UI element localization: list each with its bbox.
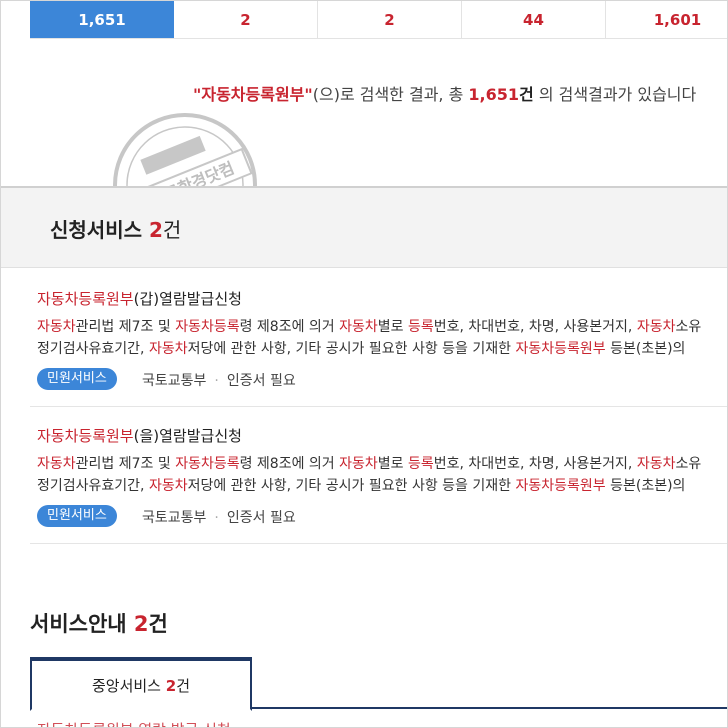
service-item-meta: 국토교통부 · 인증서 필요 bbox=[142, 510, 296, 526]
desc-text: 령 제8조에 의거 bbox=[239, 456, 340, 472]
keyword-highlight: 자동차 bbox=[636, 319, 676, 335]
desc-text: 별로 bbox=[377, 319, 408, 335]
tab-unit: 건 bbox=[176, 677, 191, 695]
apply-service-label: 신청서비스 bbox=[50, 218, 142, 242]
tab-central-service[interactable]: 중앙서비스 2건 bbox=[30, 657, 252, 711]
cert-requirement: 인증서 필요 bbox=[226, 373, 296, 389]
service-item-title-keyword: 자동차등록원부 bbox=[37, 427, 134, 445]
service-guide-tabs: 중앙서비스 2건 bbox=[30, 657, 727, 711]
count-tab-other[interactable]: 1,601 bbox=[606, 1, 727, 38]
desc-text: 령 제8조에 의거 bbox=[239, 319, 340, 335]
service-type-badge: 민원서비스 bbox=[37, 368, 117, 390]
keyword-highlight: 자동차등록 bbox=[175, 456, 240, 472]
search-result-summary: "자동차등록원부"(으)로 검색한 결과, 총 1,651건 의 검색결과가 있… bbox=[193, 81, 696, 105]
summary-text-1: (으)로 검색한 결과, 총 bbox=[312, 85, 469, 104]
page-frame: 1,651 2 2 44 1,601 "자동차등록원부"(으)로 검색한 결과,… bbox=[0, 0, 728, 728]
desc-text: 소유 bbox=[675, 456, 702, 472]
desc-text: 별로 bbox=[377, 456, 408, 472]
desc-text: 등본(초본)의 bbox=[605, 341, 686, 357]
apply-service-count: 2 bbox=[148, 218, 163, 242]
desc-text: 관리법 제7조 및 bbox=[75, 319, 176, 335]
summary-unit: 건 bbox=[519, 85, 534, 104]
service-item-title-keyword: 자동차등록원부 bbox=[37, 290, 134, 308]
item-divider bbox=[30, 406, 727, 407]
category-count-tabs: 1,651 2 2 44 1,601 bbox=[30, 1, 727, 39]
service-item-desc-line2: 정기검사유효기간, 자동차저당에 관한 사항, 기타 공시가 필요한 사항 등을… bbox=[37, 339, 685, 359]
desc-text: 소유 bbox=[675, 319, 702, 335]
keyword-highlight: 자동차 bbox=[148, 478, 188, 494]
agency-name: 국토교통부 bbox=[142, 373, 207, 389]
count-tab-guide[interactable]: 2 bbox=[318, 1, 462, 38]
tab-label: 중앙서비스 bbox=[91, 677, 161, 695]
apply-service-unit: 건 bbox=[162, 218, 182, 242]
keyword-highlight: 자동차 bbox=[636, 456, 676, 472]
summary-total: 1,651 bbox=[468, 85, 520, 104]
service-type-badge: 민원서비스 bbox=[37, 505, 117, 527]
desc-text: 저당에 관한 사항, 기타 공시가 필요한 사항 등을 기재한 bbox=[187, 341, 516, 357]
desc-text: 등본(초본)의 bbox=[605, 478, 686, 494]
keyword-highlight: 자동차 bbox=[339, 456, 378, 472]
desc-text: 번호, 차대번호, 차명, 사용본거지, bbox=[433, 319, 637, 335]
keyword-highlight: 자동차 bbox=[148, 341, 188, 357]
desc-text: 저당에 관한 사항, 기타 공시가 필요한 사항 등을 기재한 bbox=[187, 478, 516, 494]
count-tab-all[interactable]: 1,651 bbox=[30, 1, 174, 38]
keyword-highlight: 등록 bbox=[408, 319, 434, 335]
desc-text: 번호, 차대번호, 차명, 사용본거지, bbox=[433, 456, 637, 472]
summary-quote-close: " bbox=[304, 85, 313, 104]
apply-service-title: 신청서비스 2건 bbox=[50, 214, 181, 243]
service-guide-label: 서비스안내 bbox=[30, 612, 127, 636]
summary-keyword: 자동차등록원부 bbox=[201, 85, 305, 104]
keyword-highlight: 등록 bbox=[408, 456, 434, 472]
summary-text-2: 의 검색결과가 있습니다 bbox=[533, 85, 697, 104]
apply-service-header: 신청서비스 2건 bbox=[1, 186, 727, 268]
desc-text: 정기검사유효기간, bbox=[37, 341, 149, 357]
count-tab-info[interactable]: 44 bbox=[462, 1, 606, 38]
keyword-highlight: 자동차등록원부 bbox=[515, 478, 606, 494]
keyword-highlight: 자동차등록 bbox=[175, 319, 240, 335]
service-item-title-rest: (갑)열람발급신청 bbox=[133, 290, 242, 308]
service-item-meta: 국토교통부 · 인증서 필요 bbox=[142, 373, 296, 389]
tab-count: 2 bbox=[165, 677, 177, 695]
service-guide-count: 2 bbox=[133, 612, 149, 636]
cert-requirement: 인증서 필요 bbox=[226, 510, 296, 526]
service-item-desc-line1: 자동차관리법 제7조 및 자동차등록령 제8조에 의거 자동차별로 등록번호, … bbox=[37, 454, 701, 474]
service-item-title[interactable]: 자동차등록원부(을)열람발급신청 bbox=[37, 425, 242, 446]
service-item-desc-line1: 자동차관리법 제7조 및 자동차등록령 제8조에 의거 자동차별로 등록번호, … bbox=[37, 317, 701, 337]
service-guide-unit: 건 bbox=[148, 612, 168, 636]
service-item-desc-line2: 정기검사유효기간, 자동차저당에 관한 사항, 기타 공시가 필요한 사항 등을… bbox=[37, 476, 685, 496]
service-item-title[interactable]: 자동차등록원부(갑)열람발급신청 bbox=[37, 288, 242, 309]
keyword-highlight: 자동차 bbox=[37, 319, 76, 335]
item-divider bbox=[30, 543, 727, 544]
service-guide-title: 서비스안내 2건 bbox=[30, 608, 168, 638]
keyword-highlight: 자동차 bbox=[37, 456, 76, 472]
count-tab-apply[interactable]: 2 bbox=[174, 1, 318, 38]
desc-text: 관리법 제7조 및 bbox=[75, 456, 176, 472]
service-item-title-rest: (을)열람발급신청 bbox=[133, 427, 242, 445]
desc-text: 정기검사유효기간, bbox=[37, 478, 149, 494]
keyword-highlight: 자동차등록원부 bbox=[515, 341, 606, 357]
keyword-highlight: 자동차 bbox=[339, 319, 378, 335]
next-item-title-partial[interactable]: 자동차등록원부 열람 발급 신청 bbox=[37, 719, 231, 727]
agency-name: 국토교통부 bbox=[142, 510, 207, 526]
